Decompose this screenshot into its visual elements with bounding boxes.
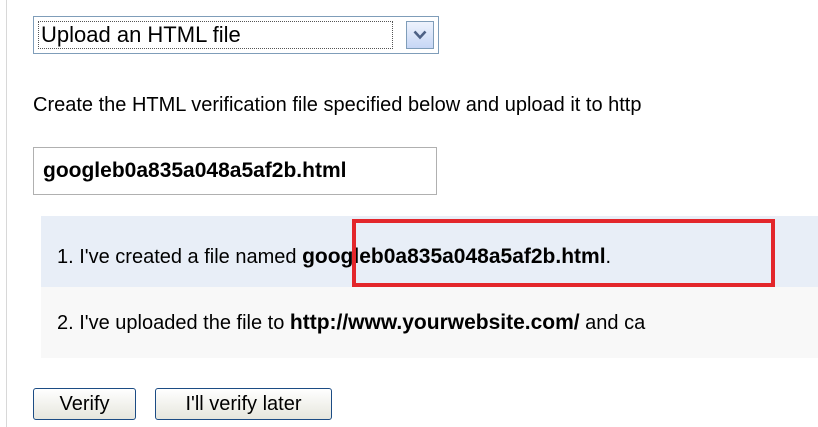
verification-filename-field: googleb0a835a048a5af2b.html: [33, 147, 437, 195]
left-border-line: [6, 0, 7, 427]
step-2-url: http://www.yourwebsite.com/: [289, 311, 580, 334]
step-2-suffix: and ca: [579, 312, 646, 334]
chevron-down-icon: [413, 30, 427, 40]
filename-highlight-box: [352, 219, 775, 287]
select-selected-value[interactable]: Upload an HTML file: [38, 21, 393, 49]
step-1-text: 1. I've created a file named: [57, 246, 303, 268]
verify-button[interactable]: Verify: [33, 388, 136, 420]
instruction-text: Create the HTML verification file specif…: [33, 94, 642, 116]
step-2-text: 2. I've uploaded the file to: [57, 312, 290, 334]
verify-later-button[interactable]: I'll verify later: [155, 388, 332, 420]
dropdown-arrow-button[interactable]: [406, 21, 434, 49]
verification-method-select[interactable]: Upload an HTML file: [33, 16, 439, 54]
step-uploaded-file: 2. I've uploaded the file to http://www.…: [41, 287, 818, 358]
